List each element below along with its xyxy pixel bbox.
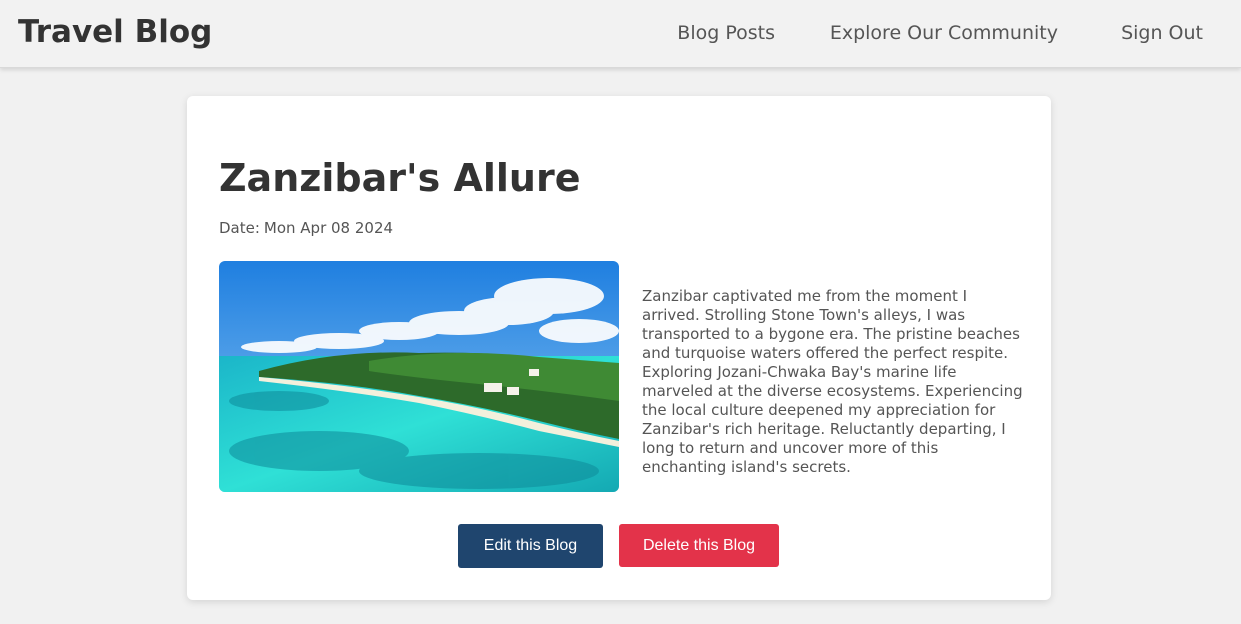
post-title: Zanzibar's Allure	[219, 156, 581, 200]
post-image	[219, 261, 619, 492]
nav-blog-posts[interactable]: Blog Posts	[677, 20, 775, 46]
post-date-label: Date:	[219, 219, 260, 237]
blog-post-card: Zanzibar's Allure Date:Mon Apr 08 2024	[187, 96, 1051, 600]
top-navbar: Travel Blog Blog Posts Explore Our Commu…	[0, 0, 1241, 68]
edit-blog-button[interactable]: Edit this Blog	[458, 524, 603, 568]
nav-sign-out[interactable]: Sign Out	[1121, 20, 1203, 46]
post-date: Date: Mon Apr 08 2024	[219, 218, 393, 238]
brand-logo[interactable]: Travel Blog	[18, 12, 212, 52]
nav-explore-community[interactable]: Explore Our Community	[830, 20, 1058, 46]
delete-blog-button[interactable]: Delete this Blog	[619, 524, 779, 567]
post-body: Zanzibar captivated me from the moment I…	[642, 287, 1023, 476]
post-date-value: Mon Apr 08 2024	[263, 219, 394, 237]
